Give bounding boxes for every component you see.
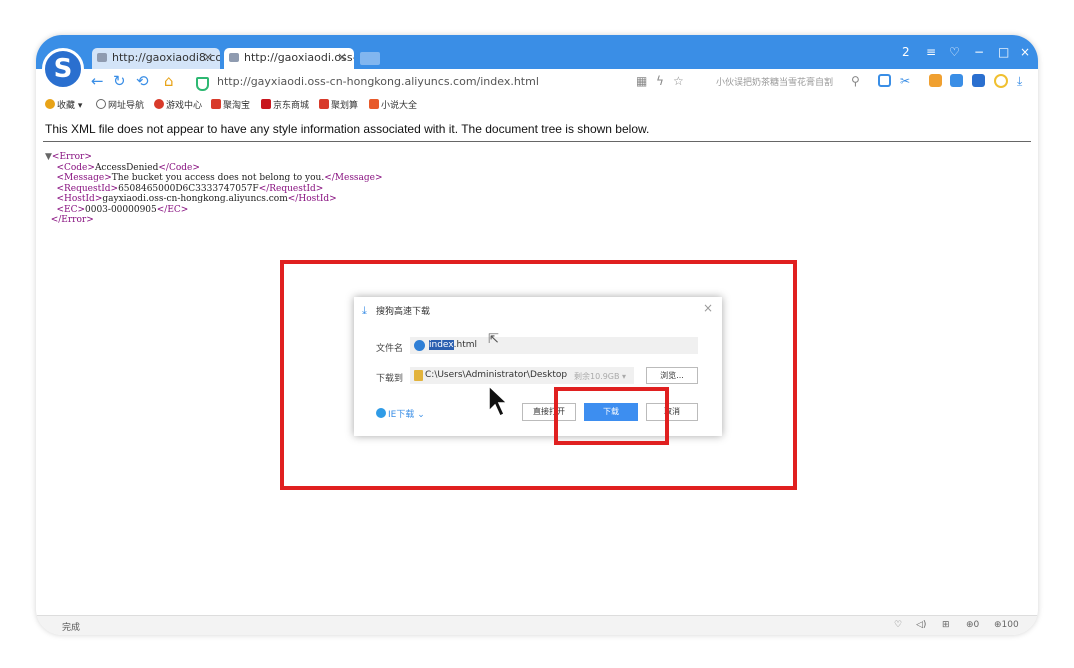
login-icon[interactable] bbox=[878, 74, 891, 87]
minimize-icon[interactable]: − bbox=[974, 45, 984, 59]
xml-tag: </Error> bbox=[50, 215, 94, 225]
qr-icon[interactable]: ▦ bbox=[636, 74, 647, 88]
badge-icon[interactable]: 2 bbox=[902, 45, 910, 59]
xml-tag: <Error> bbox=[51, 152, 92, 162]
bookmarks-bar: 收藏 ▾ 网址导航 游戏中心 聚淘宝 京东商城 聚划算 小说大全 bbox=[36, 95, 1038, 114]
xml-tag: <Message> bbox=[56, 173, 112, 183]
page-icon bbox=[229, 53, 239, 62]
status-bar: 完成 ♡ ◁) ⊞ ⊕0 ⊕100 bbox=[36, 615, 1038, 635]
tab-1[interactable]: http://gaoxiaodi8.com × bbox=[92, 48, 220, 69]
xml-value: 0003-00000905 bbox=[85, 204, 157, 215]
highlight-frame bbox=[280, 260, 797, 490]
xml-tag: </Message> bbox=[324, 173, 383, 183]
scissors-icon[interactable]: ✂ bbox=[900, 74, 910, 88]
globe-icon bbox=[96, 99, 106, 109]
xml-value: gayxiaodi.oss-cn-hongkong.aliyuncs.com bbox=[102, 194, 288, 204]
divider bbox=[43, 141, 1031, 142]
tab-2-close-icon[interactable]: × bbox=[337, 50, 347, 64]
bookmark-label: 小说大全 bbox=[381, 101, 418, 111]
skin-icon[interactable]: ♡ bbox=[949, 45, 960, 59]
status-text: 完成 bbox=[62, 623, 81, 633]
browser-logo: S bbox=[42, 48, 84, 90]
bookmark-label: 网址导航 bbox=[108, 101, 145, 111]
book-icon bbox=[369, 99, 379, 109]
jd-icon bbox=[261, 99, 271, 109]
xml-notice: This XML file does not appear to have an… bbox=[45, 122, 650, 136]
xml-value: AccessDenied bbox=[94, 162, 159, 173]
address-bar: ← ↻ ⟲ ⌂ http://gayxiaodi.oss-cn-hongkong… bbox=[36, 69, 1038, 95]
game-icon bbox=[154, 99, 164, 109]
tab-1-close-icon[interactable]: × bbox=[203, 50, 213, 64]
xml-tag: </HostId> bbox=[287, 194, 337, 204]
mouse-pointer-icon bbox=[488, 385, 509, 417]
bookmark-juhuasuan[interactable]: 聚划算 bbox=[319, 98, 358, 111]
sound-icon[interactable]: ◁) bbox=[916, 620, 926, 630]
star-icon[interactable]: ☆ bbox=[673, 74, 684, 88]
security-shield-icon bbox=[196, 77, 209, 91]
xml-tag: <HostId> bbox=[56, 194, 103, 204]
browser-window: http://gaoxiaodi8.com × http://gaoxiaodi… bbox=[36, 35, 1038, 635]
download-highlight-frame bbox=[554, 387, 669, 445]
collapse-toggle[interactable]: ▼ bbox=[45, 152, 52, 162]
xml-tag: <Code> bbox=[56, 162, 95, 173]
xml-tag: </RequestId> bbox=[258, 183, 324, 194]
menu-icon[interactable]: ≡ bbox=[926, 45, 936, 59]
page-icon bbox=[97, 53, 107, 62]
xml-tag: </EC> bbox=[156, 204, 189, 215]
refresh-icon[interactable]: ↻ bbox=[113, 72, 126, 90]
tab-2[interactable]: http://gaoxiaodi.oss-c × bbox=[224, 48, 354, 69]
zoom-icon[interactable]: ⊕100 bbox=[994, 620, 1019, 630]
xml-tag: <RequestId> bbox=[56, 183, 119, 194]
download-icon[interactable]: ⤓ bbox=[1017, 74, 1022, 89]
bookmark-jd[interactable]: 京东商城 bbox=[261, 98, 309, 111]
title-bar: http://gaoxiaodi8.com × http://gaoxiaodi… bbox=[36, 35, 1038, 69]
xml-value: 6508465000D6C3333747057F bbox=[118, 183, 259, 194]
back-icon[interactable]: ← bbox=[91, 72, 104, 90]
bookmark-favorites[interactable]: 收藏 ▾ bbox=[45, 98, 82, 111]
url-field[interactable]: http://gayxiaodi.oss-cn-hongkong.aliyunc… bbox=[217, 75, 539, 88]
bookmark-nav[interactable]: 网址导航 bbox=[96, 98, 144, 111]
window-icon[interactable] bbox=[972, 74, 985, 87]
bookmark-label: 聚淘宝 bbox=[223, 101, 251, 111]
star-icon bbox=[45, 99, 55, 109]
maximize-icon[interactable]: □ bbox=[998, 45, 1009, 59]
bookmark-label: 游戏中心 bbox=[166, 101, 203, 111]
shield-status-icon[interactable]: ♡ bbox=[894, 620, 902, 630]
xml-value: The bucket you access does not belong to… bbox=[111, 173, 325, 183]
screenshot-icon[interactable]: ⊞ bbox=[942, 620, 950, 630]
extension-icon[interactable] bbox=[950, 74, 963, 87]
xml-tag: </Code> bbox=[158, 162, 200, 173]
bookmark-games[interactable]: 游戏中心 bbox=[154, 98, 202, 111]
counter-icon[interactable]: ⊕0 bbox=[966, 620, 979, 630]
taobao-icon bbox=[211, 99, 221, 109]
xml-tag: <EC> bbox=[56, 204, 85, 215]
home-icon[interactable]: ⌂ bbox=[164, 72, 174, 90]
bookmark-taobao[interactable]: 聚淘宝 bbox=[211, 98, 250, 111]
close-window-icon[interactable]: × bbox=[1020, 45, 1030, 59]
undo-icon[interactable]: ⟲ bbox=[136, 72, 149, 90]
key-icon[interactable] bbox=[929, 74, 942, 87]
xml-tree: ▼<Error> <Code>AccessDenied</Code> <Mess… bbox=[45, 152, 383, 226]
new-tab-button[interactable] bbox=[360, 52, 380, 65]
bookmark-label: 聚划算 bbox=[331, 101, 359, 111]
search-icon[interactable]: ⚲ bbox=[851, 74, 860, 88]
bookmark-label: 收藏 bbox=[57, 101, 76, 111]
emoji-icon[interactable] bbox=[994, 74, 1008, 88]
search-input[interactable]: 小伙误把奶茶糖当雪花膏自割 bbox=[716, 75, 833, 88]
juhuasuan-icon bbox=[319, 99, 329, 109]
lightning-icon[interactable]: ϟ bbox=[656, 74, 664, 88]
bookmark-novels[interactable]: 小说大全 bbox=[369, 98, 417, 111]
bookmark-label: 京东商城 bbox=[273, 101, 310, 111]
